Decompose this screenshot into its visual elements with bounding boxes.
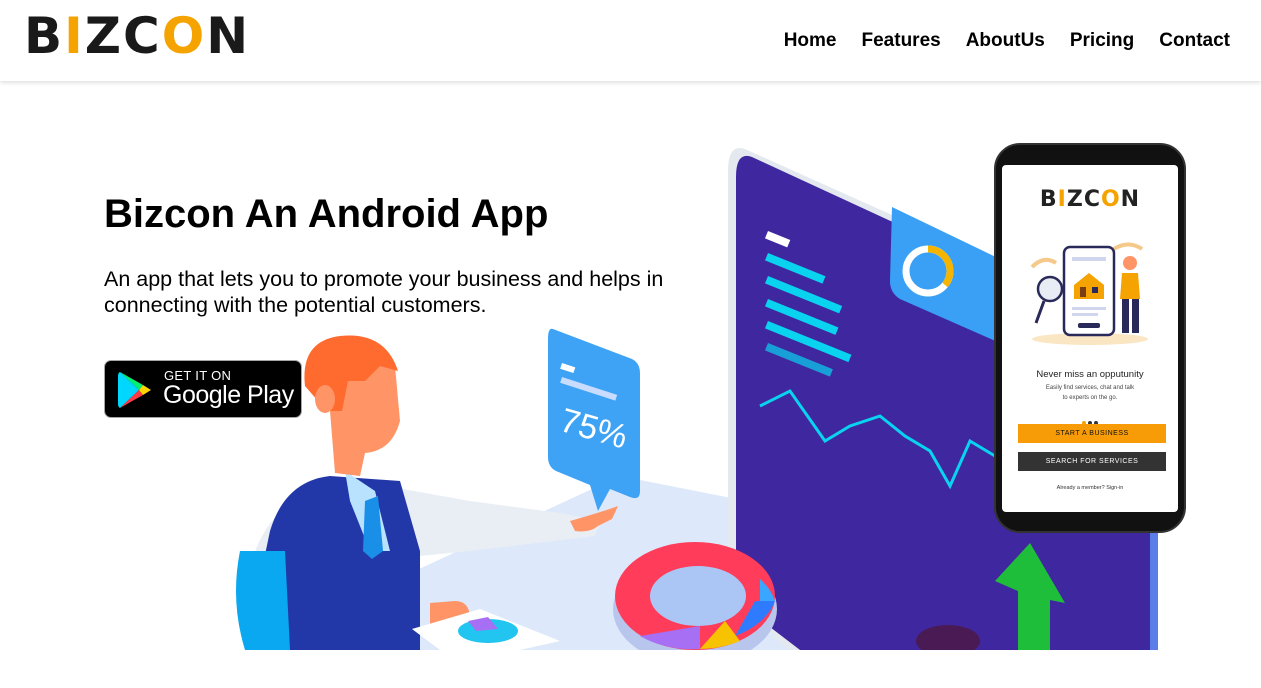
start-business-button[interactable]: START A BUSINESS [1018, 424, 1166, 443]
phone-heading: Never miss an opputunity [1036, 369, 1144, 380]
phone-screen: BIZCON Never miss an opputunity Easily f… [1002, 165, 1178, 512]
phone-subtext: Easily find services, chat and talk to ex… [1045, 385, 1135, 401]
logo-text: BIZCON [24, 7, 251, 65]
hero-section: 75% Bizcon An Android App An app that le… [0, 81, 1261, 650]
nav-aboutus[interactable]: AboutUs [966, 30, 1045, 52]
hero-description: An app that lets you to promote your bus… [104, 267, 664, 317]
nav-home[interactable]: Home [784, 30, 837, 52]
nav-contact[interactable]: Contact [1159, 30, 1230, 52]
badge-big-text: Google Play [163, 381, 294, 409]
bizcon-logo[interactable]: BIZCON [24, 7, 251, 65]
signin-link[interactable]: Already a member? Sign-in [1002, 485, 1178, 491]
percent-bubble: 75% [548, 328, 640, 511]
phone-logo: BIZCON [1039, 187, 1141, 212]
phone-mockup: BIZCON Never miss an opputunity Easily f… [994, 143, 1186, 533]
nav-pricing[interactable]: Pricing [1070, 30, 1134, 52]
google-play-badge[interactable]: GET IT ON Google Play [104, 360, 302, 418]
search-services-button[interactable]: SEARCH FOR SERVICES [1018, 452, 1166, 471]
phone-illustration [1030, 242, 1148, 345]
main-nav: Home Features AboutUs Pricing Contact [784, 30, 1230, 52]
hero-title: Bizcon An Android App [104, 192, 549, 236]
google-play-icon [118, 372, 151, 408]
nav-features[interactable]: Features [862, 30, 941, 52]
site-header: BIZCON Home Features AboutUs Pricing Con… [0, 0, 1261, 81]
